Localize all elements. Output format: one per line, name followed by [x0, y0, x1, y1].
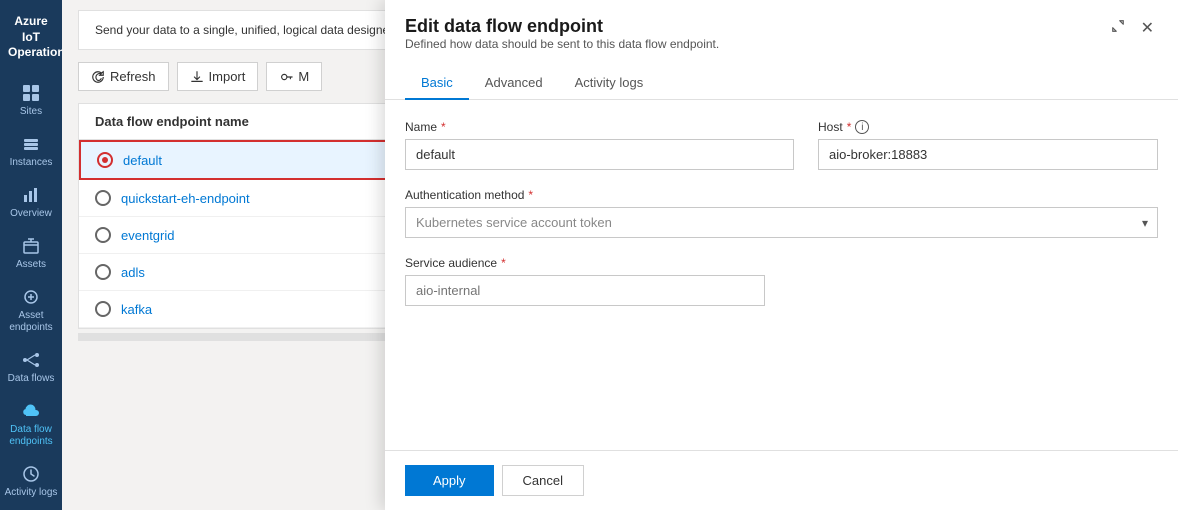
form-row-name-host: Name * Host * i: [405, 120, 1158, 170]
panel-title: Edit data flow endpoint: [405, 16, 719, 37]
refresh-icon: [91, 70, 105, 84]
name-required: *: [441, 120, 446, 134]
host-info-icon[interactable]: i: [855, 120, 869, 134]
form-group-auth: Authentication method * Kubernetes servi…: [405, 188, 1158, 238]
key-icon: [279, 70, 293, 84]
manage-label: M: [298, 69, 309, 84]
row-name-eventgrid: eventgrid: [121, 228, 174, 243]
radio-quickstart[interactable]: [95, 190, 111, 206]
sidebar-label-asset-endpoints: Asset endpoints: [4, 310, 58, 334]
service-audience-required: *: [501, 256, 506, 270]
panel-icon-buttons: ✕: [1107, 16, 1158, 40]
sidebar: Azure IoT Operations Sites Instances Ove…: [0, 0, 62, 510]
plug-icon: [21, 287, 41, 307]
app-title: Azure IoT Operations: [0, 0, 62, 75]
radio-inner: [102, 157, 108, 163]
panel-footer: Apply Cancel: [385, 450, 1178, 510]
close-button[interactable]: ✕: [1137, 16, 1158, 40]
expand-button[interactable]: [1107, 17, 1129, 40]
tab-basic[interactable]: Basic: [405, 67, 469, 100]
sidebar-label-overview: Overview: [10, 208, 52, 220]
row-name-default: default: [123, 153, 162, 168]
layers-icon: [21, 134, 41, 154]
refresh-label: Refresh: [110, 69, 156, 84]
row-name-kafka: kafka: [121, 302, 152, 317]
form-group-host: Host * i: [818, 120, 1158, 170]
apply-button[interactable]: Apply: [405, 465, 494, 496]
auth-required: *: [528, 188, 533, 202]
auth-label: Authentication method *: [405, 188, 1158, 202]
host-required: *: [847, 120, 852, 134]
sidebar-item-assets[interactable]: Assets: [0, 228, 62, 279]
service-audience-input[interactable]: [405, 275, 765, 306]
sidebar-item-instances[interactable]: Instances: [0, 126, 62, 177]
auth-select[interactable]: Kubernetes service account token Service…: [405, 207, 1158, 238]
cancel-button[interactable]: Cancel: [502, 465, 584, 496]
sidebar-label-data-flows: Data flows: [8, 373, 55, 385]
form-group-name: Name *: [405, 120, 794, 170]
sidebar-item-asset-endpoints[interactable]: Asset endpoints: [0, 279, 62, 342]
radio-eventgrid[interactable]: [95, 227, 111, 243]
sidebar-item-activity-logs[interactable]: Activity logs: [0, 456, 62, 507]
box-icon: [21, 236, 41, 256]
sidebar-label-data-flow-endpoints: Data flow endpoints: [4, 424, 58, 448]
import-button[interactable]: Import: [177, 62, 259, 91]
panel-tabs: Basic Advanced Activity logs: [405, 67, 1158, 99]
manage-button[interactable]: M: [266, 62, 322, 91]
panel-body: Name * Host * i Authentication method *: [385, 100, 1178, 450]
clock-icon: [21, 464, 41, 484]
sidebar-item-data-flows[interactable]: Data flows: [0, 342, 62, 393]
chart-icon: [21, 185, 41, 205]
name-input[interactable]: [405, 139, 794, 170]
sidebar-item-data-flow-endpoints[interactable]: Data flow endpoints: [0, 393, 62, 456]
radio-adls[interactable]: [95, 264, 111, 280]
tab-activity-logs[interactable]: Activity logs: [559, 67, 660, 100]
expand-icon: [1111, 19, 1125, 33]
row-name-quickstart: quickstart-eh-endpoint: [121, 191, 250, 206]
share-icon: [21, 350, 41, 370]
cloud-icon: [21, 401, 41, 421]
row-name-adls: adls: [121, 265, 145, 280]
radio-default[interactable]: [97, 152, 113, 168]
import-icon: [190, 70, 204, 84]
form-group-service-audience: Service audience *: [405, 256, 765, 306]
host-input[interactable]: [818, 139, 1158, 170]
panel-header: Edit data flow endpoint Defined how data…: [385, 0, 1178, 100]
panel-title-area: Edit data flow endpoint Defined how data…: [405, 16, 719, 61]
host-label: Host * i: [818, 120, 1158, 134]
service-audience-label: Service audience *: [405, 256, 765, 270]
sidebar-item-overview[interactable]: Overview: [0, 177, 62, 228]
name-label: Name *: [405, 120, 794, 134]
panel-subtitle: Defined how data should be sent to this …: [405, 37, 719, 51]
sidebar-label-instances: Instances: [10, 157, 53, 169]
edit-panel: Edit data flow endpoint Defined how data…: [385, 0, 1178, 510]
panel-title-row: Edit data flow endpoint Defined how data…: [405, 16, 1158, 61]
sidebar-label-sites: Sites: [20, 106, 42, 118]
grid-icon: [21, 83, 41, 103]
tab-advanced[interactable]: Advanced: [469, 67, 559, 100]
sidebar-label-activity-logs: Activity logs: [5, 487, 58, 499]
sidebar-label-assets: Assets: [16, 259, 46, 271]
import-label: Import: [209, 69, 246, 84]
sidebar-item-sites[interactable]: Sites: [0, 75, 62, 126]
auth-select-wrapper: Kubernetes service account token Service…: [405, 207, 1158, 238]
radio-kafka[interactable]: [95, 301, 111, 317]
refresh-button[interactable]: Refresh: [78, 62, 169, 91]
